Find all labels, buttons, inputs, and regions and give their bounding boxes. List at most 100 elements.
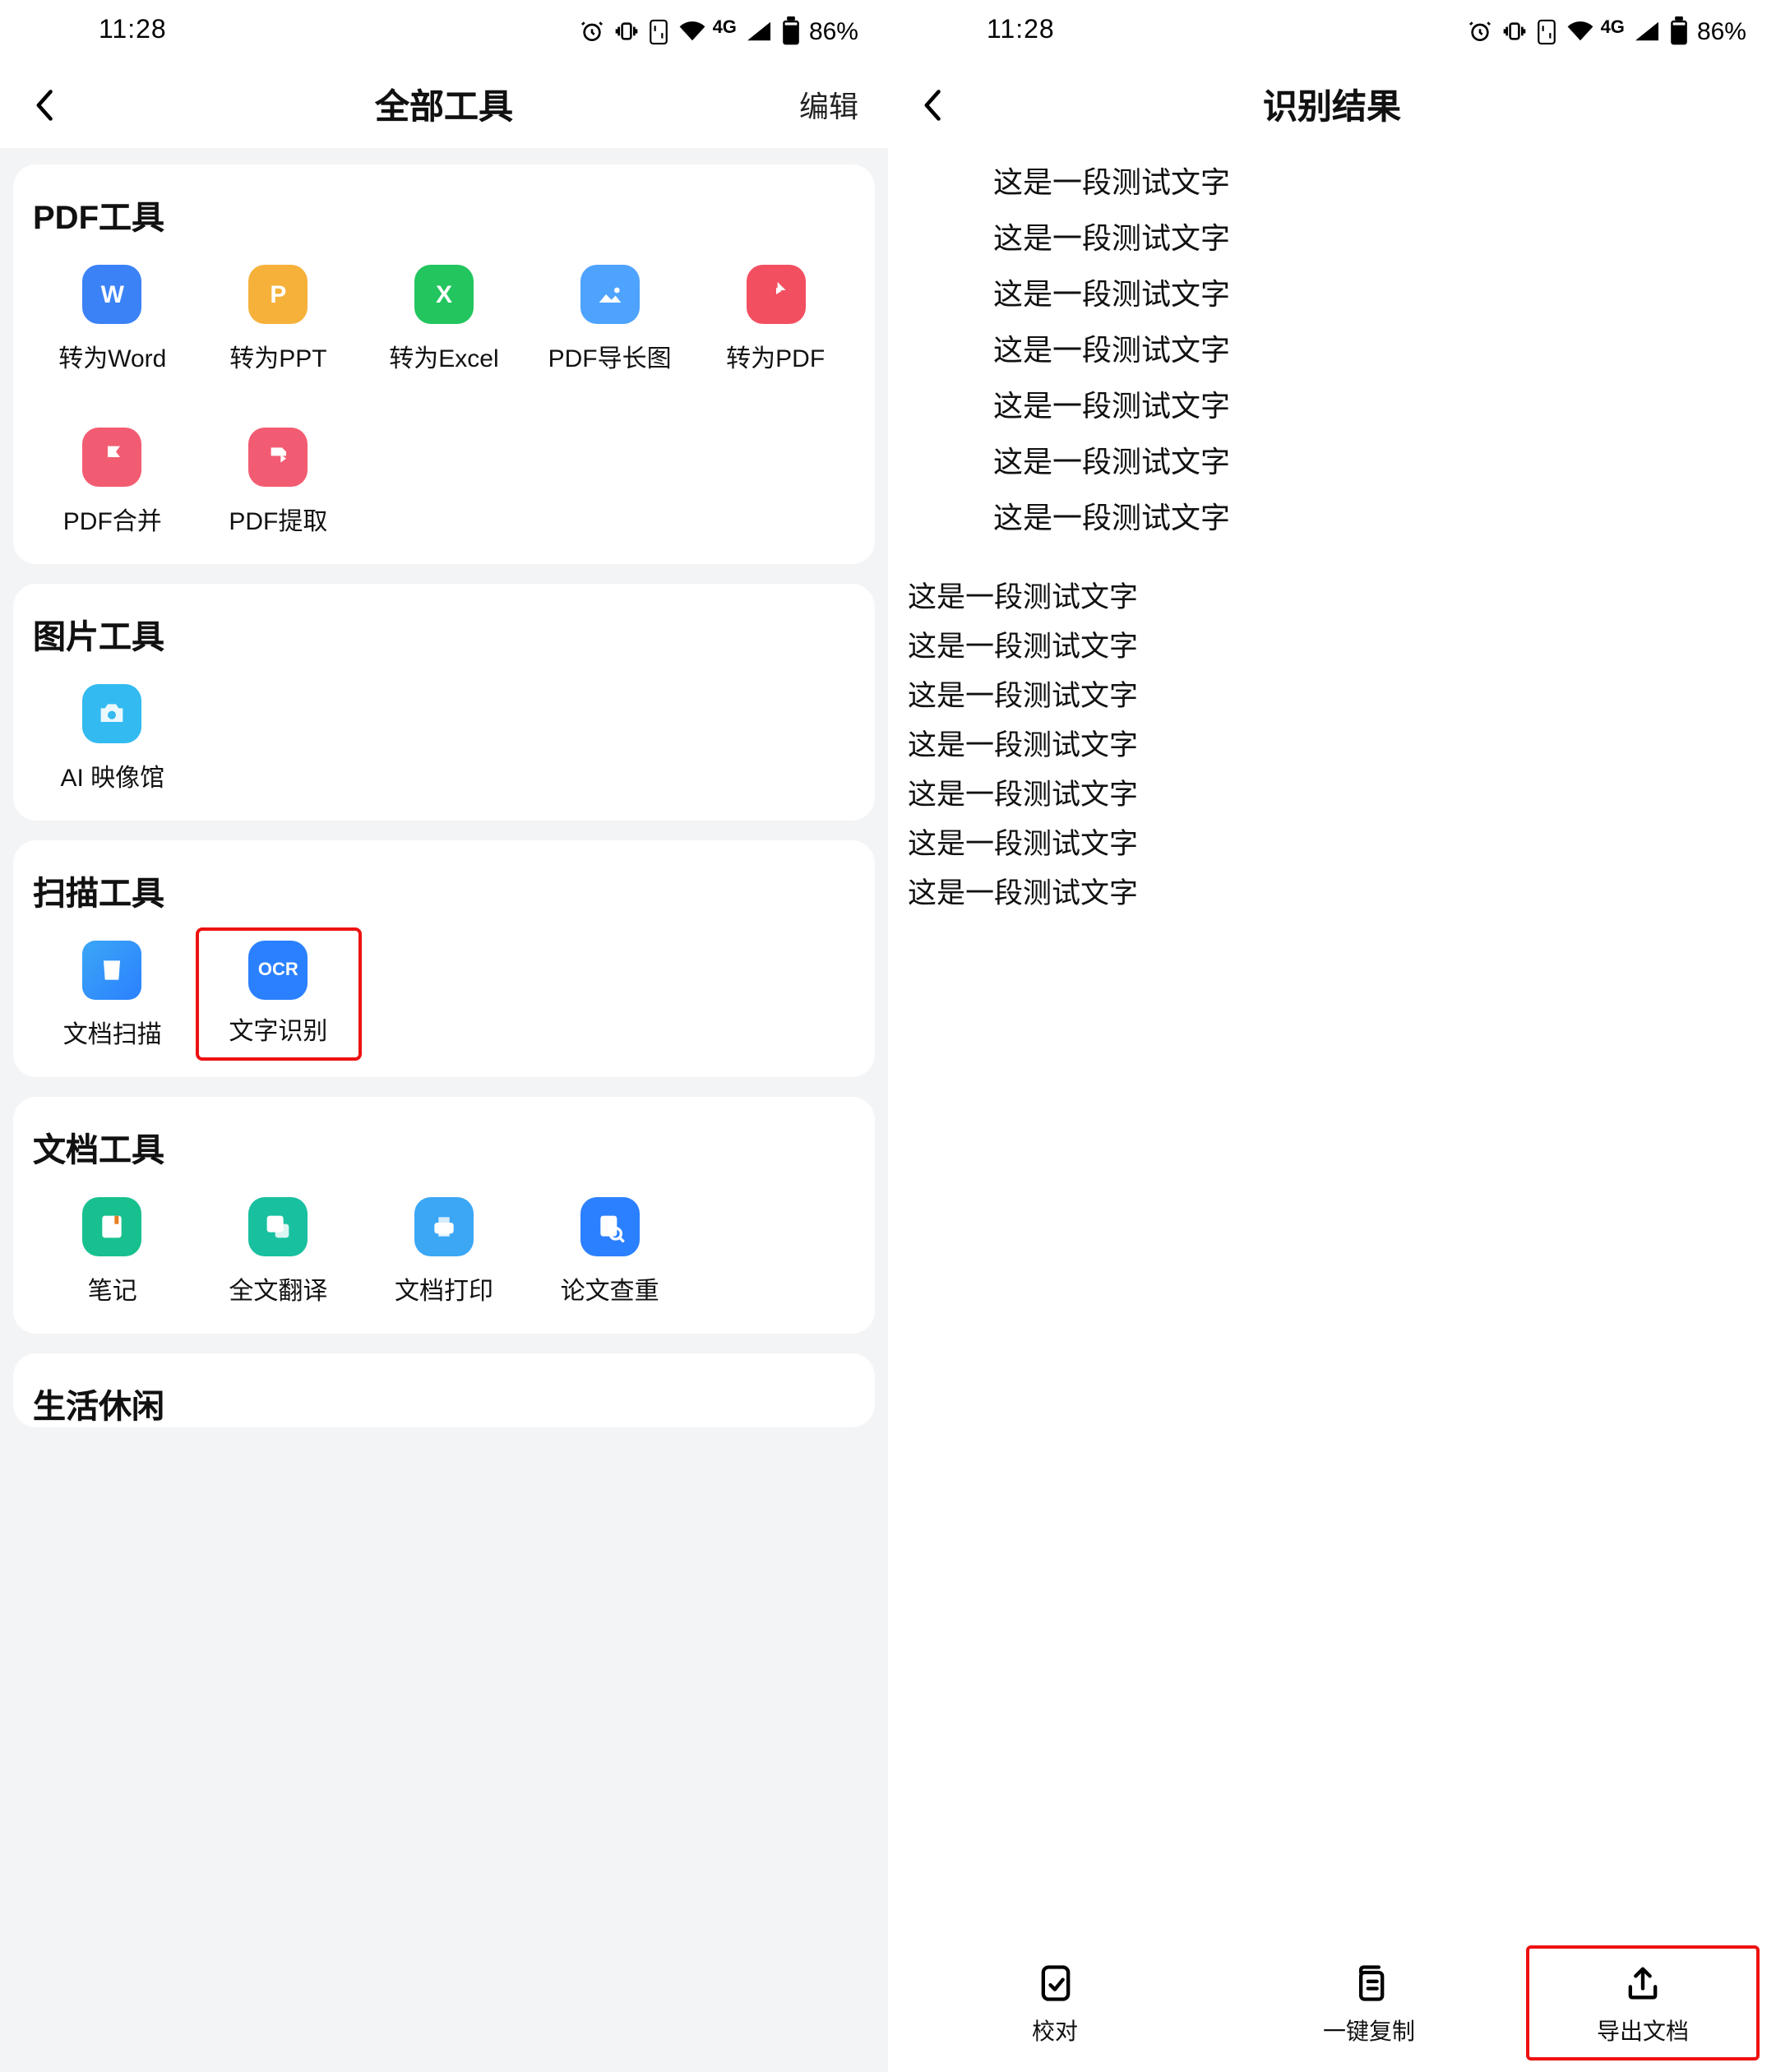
tool-translate[interactable]: 全文翻译 <box>196 1184 362 1317</box>
ocr-line: 这是一段测试文字 <box>908 622 1776 671</box>
vibrate-icon <box>1502 18 1529 44</box>
bottom-toolbar: 校对 一键复制 导出文档 <box>888 1937 1776 2072</box>
tool-label: 论文查重 <box>561 1273 659 1307</box>
ocr-text-block-top[interactable]: 这是一段测试文字 这是一段测试文字 这是一段测试文字 这是一段测试文字 这是一段… <box>888 148 1776 546</box>
ocr-line: 这是一段测试文字 <box>908 819 1776 868</box>
ocr-line: 这是一段测试文字 <box>993 434 1776 490</box>
wifi-icon <box>1566 20 1596 43</box>
tool-label: 转为PPT <box>229 340 326 375</box>
tool-plagiarism[interactable]: 论文查重 <box>527 1184 693 1317</box>
status-icons: 4G 86% <box>1468 16 1746 46</box>
ocr-line: 这是一段测试文字 <box>908 770 1776 819</box>
alarm-icon <box>1468 18 1494 44</box>
ocr-text-block-left[interactable]: 这是一段测试文字 这是一段测试文字 这是一段测试文字 这是一段测试文字 这是一段… <box>888 562 1776 918</box>
tool-label: 转为Word <box>58 340 166 375</box>
app-bar: 识别结果 <box>888 62 1776 148</box>
battery-percent: 86% <box>809 17 858 45</box>
network-label: 4G <box>713 18 737 38</box>
proofread-label: 校对 <box>1032 2014 1078 2047</box>
screen-all-tools: 11:28 4G <box>0 0 888 2072</box>
word-icon: W <box>83 265 142 324</box>
tool-label: 全文翻译 <box>229 1273 327 1307</box>
copy-label: 一键复制 <box>1323 2014 1415 2047</box>
tool-notes[interactable]: 笔记 <box>30 1184 196 1317</box>
extract-icon <box>248 428 308 487</box>
screen-ocr-result: 11:28 4G <box>888 0 1776 2072</box>
ocr-line: 这是一段测试文字 <box>908 572 1776 622</box>
proofread-button[interactable]: 校对 <box>898 1949 1212 2057</box>
app-bar: 全部工具 编辑 <box>0 62 888 148</box>
section-title: 生活休闲 <box>33 1380 858 1427</box>
ocr-line: 这是一段测试文字 <box>993 266 1776 322</box>
status-bar: 11:28 4G <box>888 0 1776 62</box>
ocr-line: 这是一段测试文字 <box>993 378 1776 434</box>
ocr-line: 这是一段测试文字 <box>993 322 1776 378</box>
signal-icon <box>745 20 773 43</box>
tool-label: PDF合并 <box>63 503 162 538</box>
export-label: 导出文档 <box>1597 2014 1689 2047</box>
tool-label: PDF提取 <box>229 503 327 538</box>
excel-icon: X <box>414 265 474 324</box>
section-title: PDF工具 <box>33 191 858 238</box>
image-icon <box>580 265 640 324</box>
status-time: 11:28 <box>987 16 1055 46</box>
status-icons: 4G 86% <box>580 16 858 46</box>
tool-label: AI 映像馆 <box>60 760 164 794</box>
battery-icon <box>1669 16 1689 46</box>
tool-to-excel[interactable]: X 转为Excel <box>361 252 527 385</box>
tool-pdf-extract[interactable]: PDF提取 <box>196 414 362 548</box>
sim-icon <box>649 17 670 45</box>
copy-icon <box>1344 1959 1394 2008</box>
tool-label: 笔记 <box>88 1273 137 1307</box>
tool-to-pdf[interactable]: 转为PDF <box>692 252 858 385</box>
tool-to-ppt[interactable]: P 转为PPT <box>196 252 362 385</box>
edit-button[interactable]: 编辑 <box>793 77 865 133</box>
tool-ai-gallery[interactable]: AI 映像馆 <box>30 671 196 804</box>
ocr-line: 这是一段测试文字 <box>993 490 1776 546</box>
alarm-icon <box>580 18 606 44</box>
page-title: 识别结果 <box>888 81 1776 130</box>
section-life: 生活休闲 <box>13 1353 875 1427</box>
tool-doc-scan[interactable]: 文档扫描 <box>30 927 196 1061</box>
export-button[interactable]: 导出文档 <box>1526 1945 1760 2060</box>
status-bar: 11:28 4G <box>0 0 888 62</box>
back-button[interactable] <box>23 82 69 128</box>
battery-percent: 86% <box>1697 17 1746 45</box>
section-title: 扫描工具 <box>33 867 858 914</box>
camera-icon <box>83 684 142 743</box>
section-title: 文档工具 <box>33 1123 858 1171</box>
notes-icon <box>83 1197 142 1256</box>
print-icon <box>414 1197 474 1256</box>
ocr-line: 这是一段测试文字 <box>908 720 1776 770</box>
scan-icon <box>83 941 142 1000</box>
copy-button[interactable]: 一键复制 <box>1212 1949 1526 2057</box>
tool-label: 文字识别 <box>229 1013 327 1048</box>
tool-pdf-longimage[interactable]: PDF导长图 <box>527 252 693 385</box>
pdf-icon <box>746 265 805 324</box>
section-pdf: PDF工具 W 转为Word P 转为PPT X 转为Excel <box>13 164 875 564</box>
section-scan: 扫描工具 文档扫描 OCR 文字识别 <box>13 840 875 1077</box>
tool-label: PDF导长图 <box>548 340 672 375</box>
tool-ocr[interactable]: OCR 文字识别 <box>196 927 362 1061</box>
tool-pdf-merge[interactable]: PDF合并 <box>30 414 196 548</box>
search-doc-icon <box>580 1197 640 1256</box>
tool-print[interactable]: 文档打印 <box>361 1184 527 1317</box>
translate-icon <box>248 1197 308 1256</box>
status-time: 11:28 <box>99 16 167 46</box>
tool-to-word[interactable]: W 转为Word <box>30 252 196 385</box>
section-doc: 文档工具 笔记 全文翻译 <box>13 1097 875 1334</box>
page-title: 全部工具 <box>0 81 888 130</box>
back-button[interactable] <box>911 82 957 128</box>
section-title: 图片工具 <box>33 610 858 658</box>
vibrate-icon <box>614 18 641 44</box>
proofread-icon <box>1030 1959 1080 2008</box>
signal-icon <box>1633 20 1661 43</box>
ocr-icon: OCR <box>248 941 308 1000</box>
wifi-icon <box>678 20 708 43</box>
battery-icon <box>781 16 801 46</box>
merge-icon <box>83 428 142 487</box>
ocr-line: 这是一段测试文字 <box>993 210 1776 266</box>
ocr-line: 这是一段测试文字 <box>993 155 1776 210</box>
tool-label: 转为Excel <box>389 340 498 375</box>
export-icon <box>1618 1959 1667 2008</box>
